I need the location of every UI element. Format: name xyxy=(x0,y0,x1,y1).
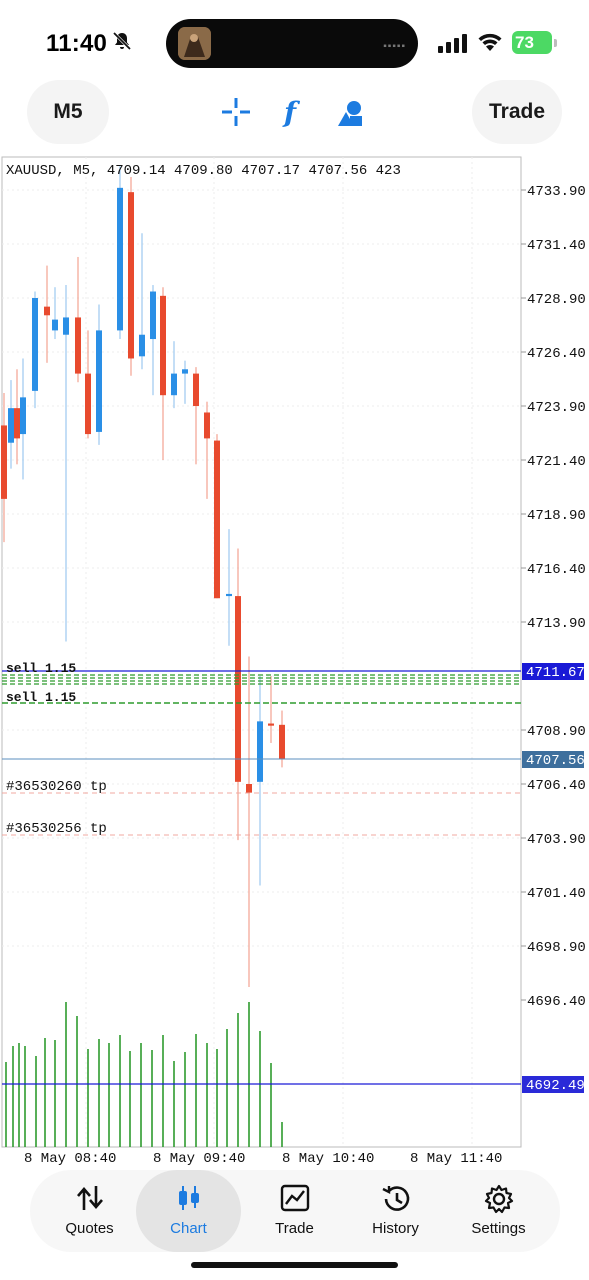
history-clock-icon xyxy=(381,1186,409,1211)
tab-chart[interactable]: Chart xyxy=(136,1170,241,1252)
tab-label: History xyxy=(372,1220,419,1237)
time-axis: 8 May 08:40 8 May 09:40 8 May 10:40 8 Ma… xyxy=(24,1151,502,1167)
toolbar-icons: f xyxy=(222,96,362,129)
bottom-tab-bar: Quotes Chart Trade History Settings xyxy=(30,1170,560,1252)
candle-body xyxy=(8,408,14,443)
order-label: sell 1.15 xyxy=(6,661,76,676)
candle-body xyxy=(268,723,274,726)
candle-body xyxy=(96,330,102,432)
candle-body xyxy=(44,306,50,316)
arrows-updown-icon xyxy=(76,1186,103,1210)
price-tick: 4731.40 xyxy=(527,238,586,254)
battery-nub xyxy=(554,39,557,47)
chart-frame xyxy=(1,156,522,1148)
tp-label: #36530256 tp xyxy=(6,821,107,837)
sell-price-label: 4711.67 xyxy=(526,665,585,681)
timeframe-button[interactable]: M5 xyxy=(27,80,109,144)
tab-label: Chart xyxy=(170,1220,207,1237)
clock: 11:40 xyxy=(46,30,108,57)
price-axis: 4733.90 4731.40 4728.90 4726.40 4723.90 4721.… xyxy=(521,184,586,1010)
wifi-icon xyxy=(478,33,502,51)
order-label: sell 1.15 xyxy=(6,690,76,705)
time-tick: 8 May 10:40 xyxy=(282,1151,374,1167)
tab-label: Trade xyxy=(275,1220,314,1237)
price-tick: 4696.40 xyxy=(527,994,586,1010)
tab-quotes[interactable]: Quotes xyxy=(37,1170,142,1252)
tp-label: #36530260 tp xyxy=(6,779,107,795)
candle-body xyxy=(32,298,38,391)
now-playing-thumbnail xyxy=(178,27,211,60)
candle-body xyxy=(182,369,188,374)
candle-body xyxy=(214,440,220,599)
price-tick: 4701.40 xyxy=(527,886,586,902)
tab-label: Quotes xyxy=(65,1220,114,1237)
price-tick: 4703.90 xyxy=(527,832,586,848)
candle-body xyxy=(128,192,134,359)
candle-body xyxy=(63,317,69,335)
price-tick: 4713.90 xyxy=(527,616,586,632)
volume-level-label: 4692.49 xyxy=(526,1078,585,1094)
crosshair-icon[interactable] xyxy=(222,98,250,126)
price-tick: 4723.90 xyxy=(527,400,586,416)
price-tick: 4716.40 xyxy=(527,562,586,578)
candle-body xyxy=(1,425,7,499)
tab-trade[interactable]: Trade xyxy=(242,1170,347,1252)
trade-button[interactable]: Trade xyxy=(472,80,562,144)
candle-body xyxy=(20,397,26,435)
chart-info-line: XAUUSD, M5, 4709.14 4709.80 4707.17 4707… xyxy=(6,163,401,179)
tab-label: Settings xyxy=(471,1220,526,1237)
candle-body xyxy=(226,593,232,597)
time-tick: 8 May 09:40 xyxy=(153,1151,245,1167)
bid-price-label: 4707.56 xyxy=(526,753,585,769)
trend-chart-icon xyxy=(280,1184,309,1212)
svg-text:f: f xyxy=(282,96,301,129)
candle-body xyxy=(279,724,285,759)
cellular-signal-icon xyxy=(438,34,467,53)
candle-body xyxy=(150,291,156,340)
candle-body xyxy=(235,596,241,782)
tab-history[interactable]: History xyxy=(343,1170,448,1252)
price-tick: 4721.40 xyxy=(527,454,586,470)
home-indicator xyxy=(191,1262,398,1268)
objects-shapes-icon[interactable] xyxy=(338,101,362,126)
price-tick: 4706.40 xyxy=(527,778,586,794)
candle-body xyxy=(257,721,263,782)
candles-icon xyxy=(178,1186,199,1210)
candle-body xyxy=(14,408,20,439)
price-tick: 4733.90 xyxy=(527,184,586,200)
candle-body xyxy=(139,334,145,357)
chart-toolbar: M5 f Trade xyxy=(0,80,589,152)
battery-level: 73 xyxy=(515,33,534,52)
candle-body xyxy=(117,187,123,331)
candle-body xyxy=(160,295,166,396)
candle-body xyxy=(171,373,177,396)
indicators-f-icon[interactable]: f xyxy=(282,96,301,129)
candle-body xyxy=(75,317,81,374)
chart-canvas[interactable]: XAUUSD, M5, 4709.14 4709.80 4707.17 4707… xyxy=(0,155,589,1167)
battery-indicator: 73 xyxy=(512,31,557,54)
bell-muted-icon xyxy=(112,31,132,51)
price-tick: 4728.90 xyxy=(527,292,586,308)
status-bar: 11:40 ▪▪▪▪▪ 73 xyxy=(0,0,589,80)
gear-icon xyxy=(484,1184,513,1214)
time-tick: 8 May 11:40 xyxy=(410,1151,502,1167)
waveform-icon: ▪▪▪▪▪ xyxy=(383,41,406,52)
tab-settings[interactable]: Settings xyxy=(446,1170,551,1252)
price-tick: 4726.40 xyxy=(527,346,586,362)
candle-body xyxy=(52,319,58,331)
candle-body xyxy=(193,373,199,406)
candle-body xyxy=(246,784,252,793)
price-tick: 4718.90 xyxy=(527,508,586,524)
candle-body xyxy=(85,373,91,435)
price-chart[interactable]: XAUUSD, M5, 4709.14 4709.80 4707.17 4707… xyxy=(0,155,589,1167)
time-tick: 8 May 08:40 xyxy=(24,1151,116,1167)
dynamic-island: ▪▪▪▪▪ xyxy=(166,19,418,68)
price-tick: 4708.90 xyxy=(527,724,586,740)
price-tick: 4698.90 xyxy=(527,940,586,956)
candle-body xyxy=(204,412,210,439)
